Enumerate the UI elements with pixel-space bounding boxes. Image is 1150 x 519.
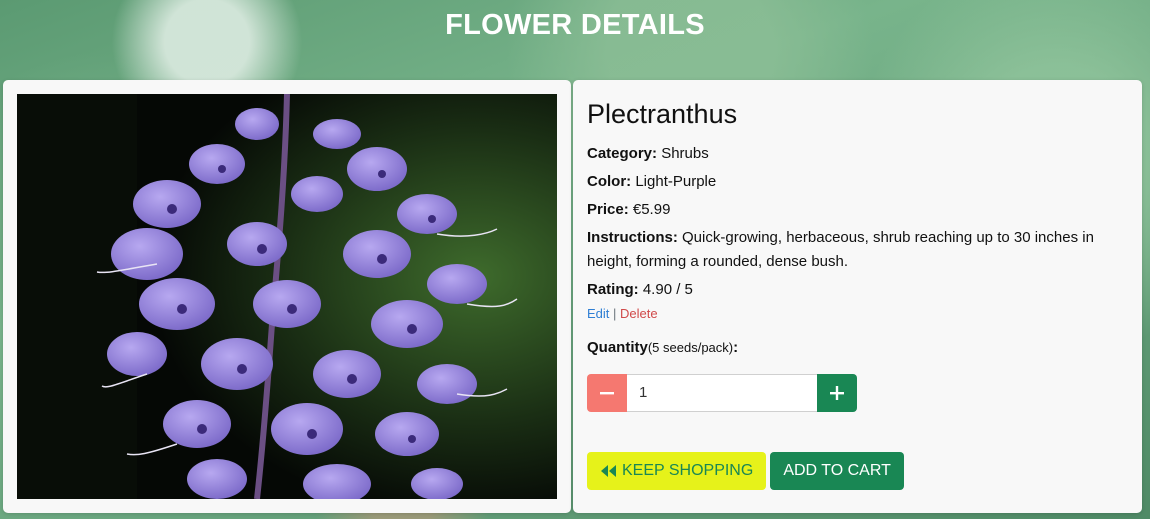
details-card: Plectranthus Category: Shrubs Color: Lig… [573, 80, 1142, 513]
quantity-label: Quantity(5 seeds/pack): [587, 339, 1127, 356]
category-value: Shrubs [661, 144, 709, 162]
category-row: Category: Shrubs [587, 142, 1127, 166]
edit-link[interactable]: Edit [587, 306, 609, 321]
page-title: FLOWER DETAILS [445, 9, 705, 41]
category-label: Category: [587, 144, 658, 162]
image-card [3, 80, 571, 513]
keep-shopping-button[interactable]: KEEP SHOPPING [587, 451, 767, 490]
decrease-quantity-button[interactable] [587, 373, 627, 412]
quantity-stepper [587, 373, 857, 412]
rating-row: Rating: 4.90 / 5 [587, 278, 1127, 302]
link-separator: | [613, 305, 617, 321]
quantity-input[interactable] [627, 373, 817, 412]
price-label: Price: [587, 200, 629, 218]
quantity-note: (5 seeds/pack) [647, 339, 734, 355]
color-value: Light-Purple [635, 172, 717, 190]
rating-label: Rating: [587, 280, 639, 298]
quantity-colon: : [733, 338, 739, 356]
price-value: €5.99 [632, 200, 671, 218]
color-row: Color: Light-Purple [587, 170, 1127, 194]
price-row: Price: €5.99 [587, 198, 1127, 222]
increase-quantity-button[interactable] [817, 373, 857, 412]
instructions-row: Instructions: Quick-growing, herbaceous,… [587, 226, 1127, 274]
flower-name: Plectranthus [587, 99, 738, 129]
delete-link[interactable]: Delete [620, 306, 658, 321]
plus-icon [830, 385, 844, 400]
rating-value: 4.90 / 5 [642, 280, 693, 298]
admin-links: Edit | Delete [587, 306, 1127, 321]
quantity-label-text: Quantity [587, 338, 648, 356]
backward-icon [601, 464, 616, 477]
flower-photo [17, 94, 557, 499]
color-label: Color: [587, 172, 632, 190]
keep-shopping-label: KEEP SHOPPING [622, 461, 754, 479]
minus-icon [600, 391, 614, 395]
action-buttons: KEEP SHOPPING ADD TO CART [587, 451, 1127, 490]
instructions-label: Instructions: [587, 228, 678, 246]
add-to-cart-label: ADD TO CART [783, 461, 891, 479]
add-to-cart-button[interactable]: ADD TO CART [770, 451, 904, 490]
